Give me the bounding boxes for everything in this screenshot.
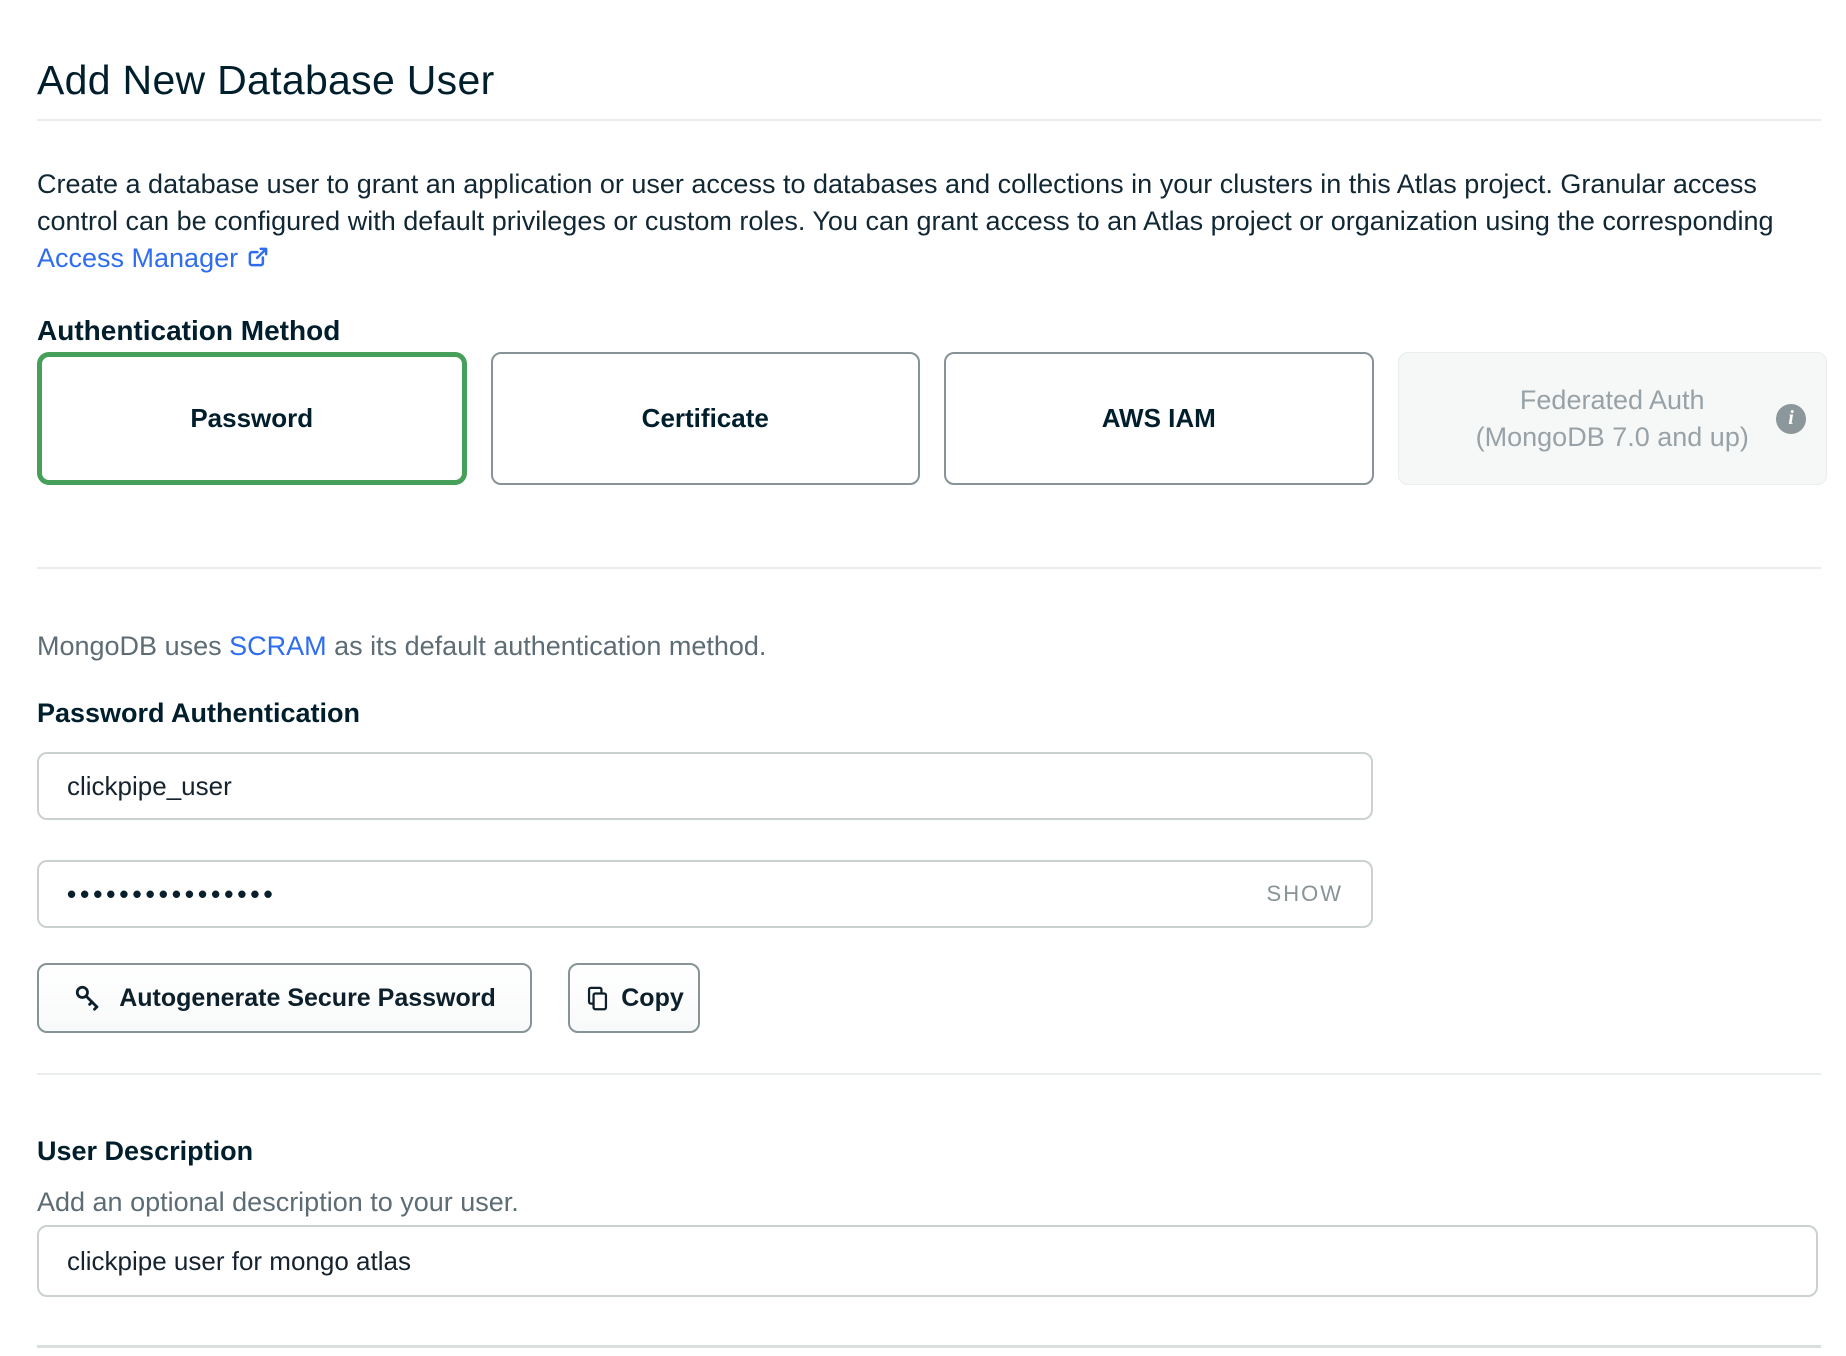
autogenerate-password-button[interactable]: Autogenerate Secure Password (37, 963, 532, 1033)
divider (37, 567, 1821, 569)
password-masked-value: •••••••••••••••• (67, 879, 277, 910)
divider (37, 119, 1821, 121)
password-authentication-heading: Password Authentication (37, 698, 360, 729)
auth-option-aws-iam-label: AWS IAM (1102, 403, 1216, 434)
key-icon (73, 983, 103, 1013)
show-password-toggle[interactable]: SHOW (1267, 881, 1343, 907)
info-icon[interactable]: i (1776, 404, 1806, 434)
intro-text: Create a database user to grant an appli… (37, 169, 1774, 236)
username-input[interactable] (37, 752, 1373, 820)
auth-option-certificate[interactable]: Certificate (491, 352, 921, 485)
auth-option-federated-auth-label: Federated Auth (MongoDB 7.0 and up) (1476, 382, 1749, 456)
scram-note: MongoDB uses SCRAM as its default authen… (37, 631, 766, 662)
auth-option-certificate-label: Certificate (642, 403, 769, 434)
auth-method-options: Password Certificate AWS IAM Federated A… (37, 352, 1827, 485)
auth-option-password[interactable]: Password (37, 352, 467, 485)
auth-option-password-label: Password (190, 403, 313, 434)
user-description-heading: User Description (37, 1136, 253, 1167)
copy-icon (584, 985, 611, 1012)
authentication-method-heading: Authentication Method (37, 315, 340, 347)
divider (37, 1073, 1821, 1075)
auth-option-federated-auth: Federated Auth (MongoDB 7.0 and up) i (1398, 352, 1828, 485)
copy-password-button[interactable]: Copy (568, 963, 700, 1033)
password-input[interactable]: •••••••••••••••• SHOW (37, 860, 1373, 928)
external-link-icon (245, 244, 271, 270)
access-manager-link[interactable]: Access Manager (37, 243, 271, 273)
auth-option-aws-iam[interactable]: AWS IAM (944, 352, 1374, 485)
intro-paragraph: Create a database user to grant an appli… (37, 166, 1809, 277)
divider (37, 1345, 1821, 1348)
add-database-user-page: Add New Database User Create a database … (0, 0, 1846, 1356)
user-description-subtext: Add an optional description to your user… (37, 1187, 519, 1218)
page-title: Add New Database User (37, 57, 495, 104)
scram-link[interactable]: SCRAM (229, 631, 327, 661)
user-description-input[interactable] (37, 1225, 1818, 1297)
